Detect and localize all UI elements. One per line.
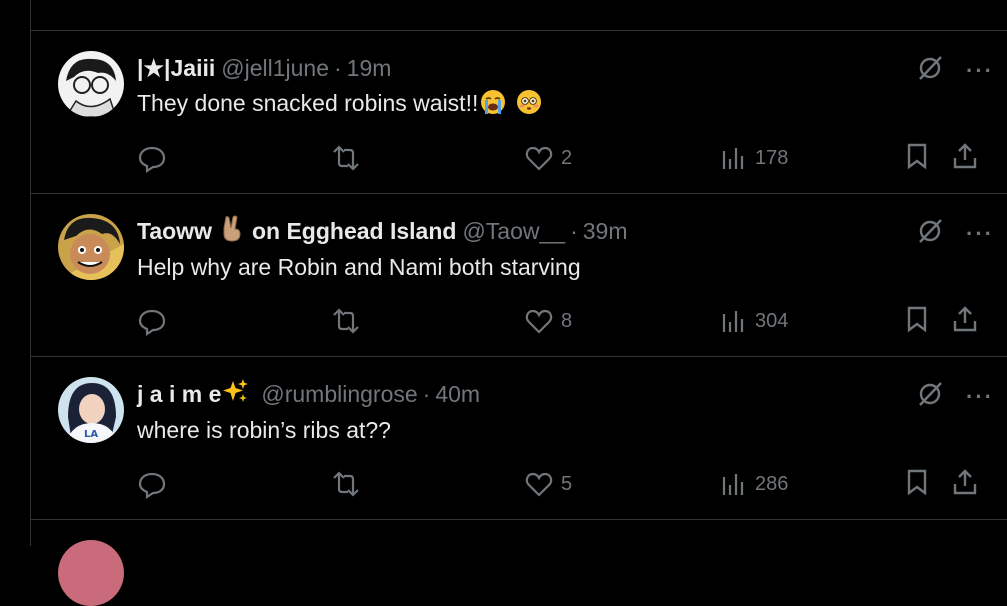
display-name-suffix[interactable]: on Egghead Island: [252, 218, 456, 245]
repost-button[interactable]: [330, 143, 370, 173]
share-icon[interactable]: [951, 142, 979, 175]
view-count: 178: [755, 146, 789, 169]
views-button[interactable]: 178: [721, 143, 788, 173]
display-name[interactable]: |★|Jaiii: [137, 55, 215, 82]
more-options-icon[interactable]: ···: [966, 221, 994, 247]
tweet-header: |★|Jaiii @jell1june · 19m: [137, 54, 391, 82]
bookmark-icon[interactable]: [905, 468, 929, 501]
timeline-feed: |★|Jaiii @jell1june · 19m ··· They done …: [30, 0, 1007, 606]
user-handle[interactable]: @jell1june: [221, 55, 329, 82]
like-count: 2: [561, 146, 573, 169]
grok-icon[interactable]: [916, 54, 944, 87]
like-button[interactable]: 8: [525, 306, 572, 336]
timestamp[interactable]: 39m: [583, 218, 628, 245]
view-count: 304: [755, 309, 789, 332]
tweet[interactable]: |★|Jaiii @jell1june · 19m ··· They done …: [31, 30, 1007, 193]
repost-icon: [333, 145, 359, 171]
reply-icon: [138, 146, 166, 173]
reply-icon: [138, 472, 166, 499]
reply-icon: [138, 309, 166, 336]
repost-icon: [333, 308, 359, 334]
more-options-icon[interactable]: ···: [966, 384, 994, 410]
separator: ·: [570, 217, 578, 244]
tweet-actions: 2 178: [137, 142, 997, 175]
analytics-icon: [722, 311, 744, 332]
victory-hand-icon: [220, 214, 244, 248]
tweet-text: Help why are Robin and Nami both starvin…: [137, 254, 581, 280]
svg-text:LA: LA: [84, 429, 98, 440]
tweet-share-actions: [905, 305, 997, 338]
like-button[interactable]: 2: [525, 143, 572, 173]
separator: ·: [422, 380, 431, 407]
repost-button[interactable]: [330, 306, 370, 336]
loudly-crying-face-icon: [480, 89, 506, 121]
tweet-text-content: They done snacked robins waist!!: [137, 90, 479, 117]
reply-button[interactable]: [137, 469, 175, 499]
tweet-header-actions: ···: [916, 217, 994, 250]
flushed-face-icon: [516, 89, 542, 121]
view-count: 286: [755, 472, 789, 495]
avatar[interactable]: [58, 214, 124, 280]
reply-button[interactable]: [137, 143, 175, 173]
like-button[interactable]: 5: [525, 469, 572, 499]
grok-icon[interactable]: [916, 217, 944, 250]
tweet[interactable]: LA j a i m e @rumblingrose · 40m ··· whe…: [31, 356, 1007, 519]
share-icon[interactable]: [951, 468, 979, 501]
avatar[interactable]: LA: [58, 377, 124, 443]
tweet-header: Taoww on Egghead Island @Taow__ · 39m: [137, 214, 628, 248]
user-handle[interactable]: @rumblingrose: [261, 381, 417, 408]
tweet-text: They done snacked robins waist!!: [137, 89, 542, 121]
analytics-icon: [722, 474, 744, 495]
display-name[interactable]: j a i m e: [137, 381, 221, 408]
tweet-actions: 5 286: [137, 468, 997, 501]
heart-icon: [525, 309, 553, 334]
tweet-actions: 8 304: [137, 305, 997, 338]
tweet-header-actions: ···: [916, 380, 994, 413]
views-button[interactable]: 304: [721, 306, 788, 336]
separator: ·: [334, 54, 342, 81]
more-options-icon[interactable]: ···: [966, 58, 994, 84]
tweet-share-actions: [905, 468, 997, 501]
timestamp[interactable]: 19m: [347, 55, 392, 82]
display-name[interactable]: Taoww: [137, 218, 212, 245]
heart-icon: [525, 146, 553, 171]
repost-button[interactable]: [330, 469, 370, 499]
sparkles-icon: [223, 378, 249, 410]
tweet-header: j a i m e @rumblingrose · 40m: [137, 378, 480, 410]
bookmark-icon[interactable]: [905, 142, 929, 175]
repost-icon: [333, 471, 359, 497]
heart-icon: [525, 472, 553, 497]
share-icon[interactable]: [951, 305, 979, 338]
bookmark-icon[interactable]: [905, 305, 929, 338]
like-count: 5: [561, 472, 573, 495]
user-handle[interactable]: @Taow__: [462, 218, 565, 245]
views-button[interactable]: 286: [721, 469, 788, 499]
tweet[interactable]: Taoww on Egghead Island @Taow__ · 39m ··…: [31, 193, 1007, 356]
tweet-partial[interactable]: [31, 519, 1007, 606]
timestamp[interactable]: 40m: [435, 381, 480, 408]
like-count: 8: [561, 309, 573, 332]
tweet-text: where is robin’s ribs at??: [137, 417, 391, 443]
tweet-header-actions: ···: [916, 54, 994, 87]
avatar[interactable]: [58, 540, 124, 606]
grok-icon[interactable]: [916, 380, 944, 413]
avatar[interactable]: [58, 51, 124, 117]
tweet-share-actions: [905, 142, 997, 175]
analytics-icon: [722, 148, 744, 169]
reply-button[interactable]: [137, 306, 175, 336]
